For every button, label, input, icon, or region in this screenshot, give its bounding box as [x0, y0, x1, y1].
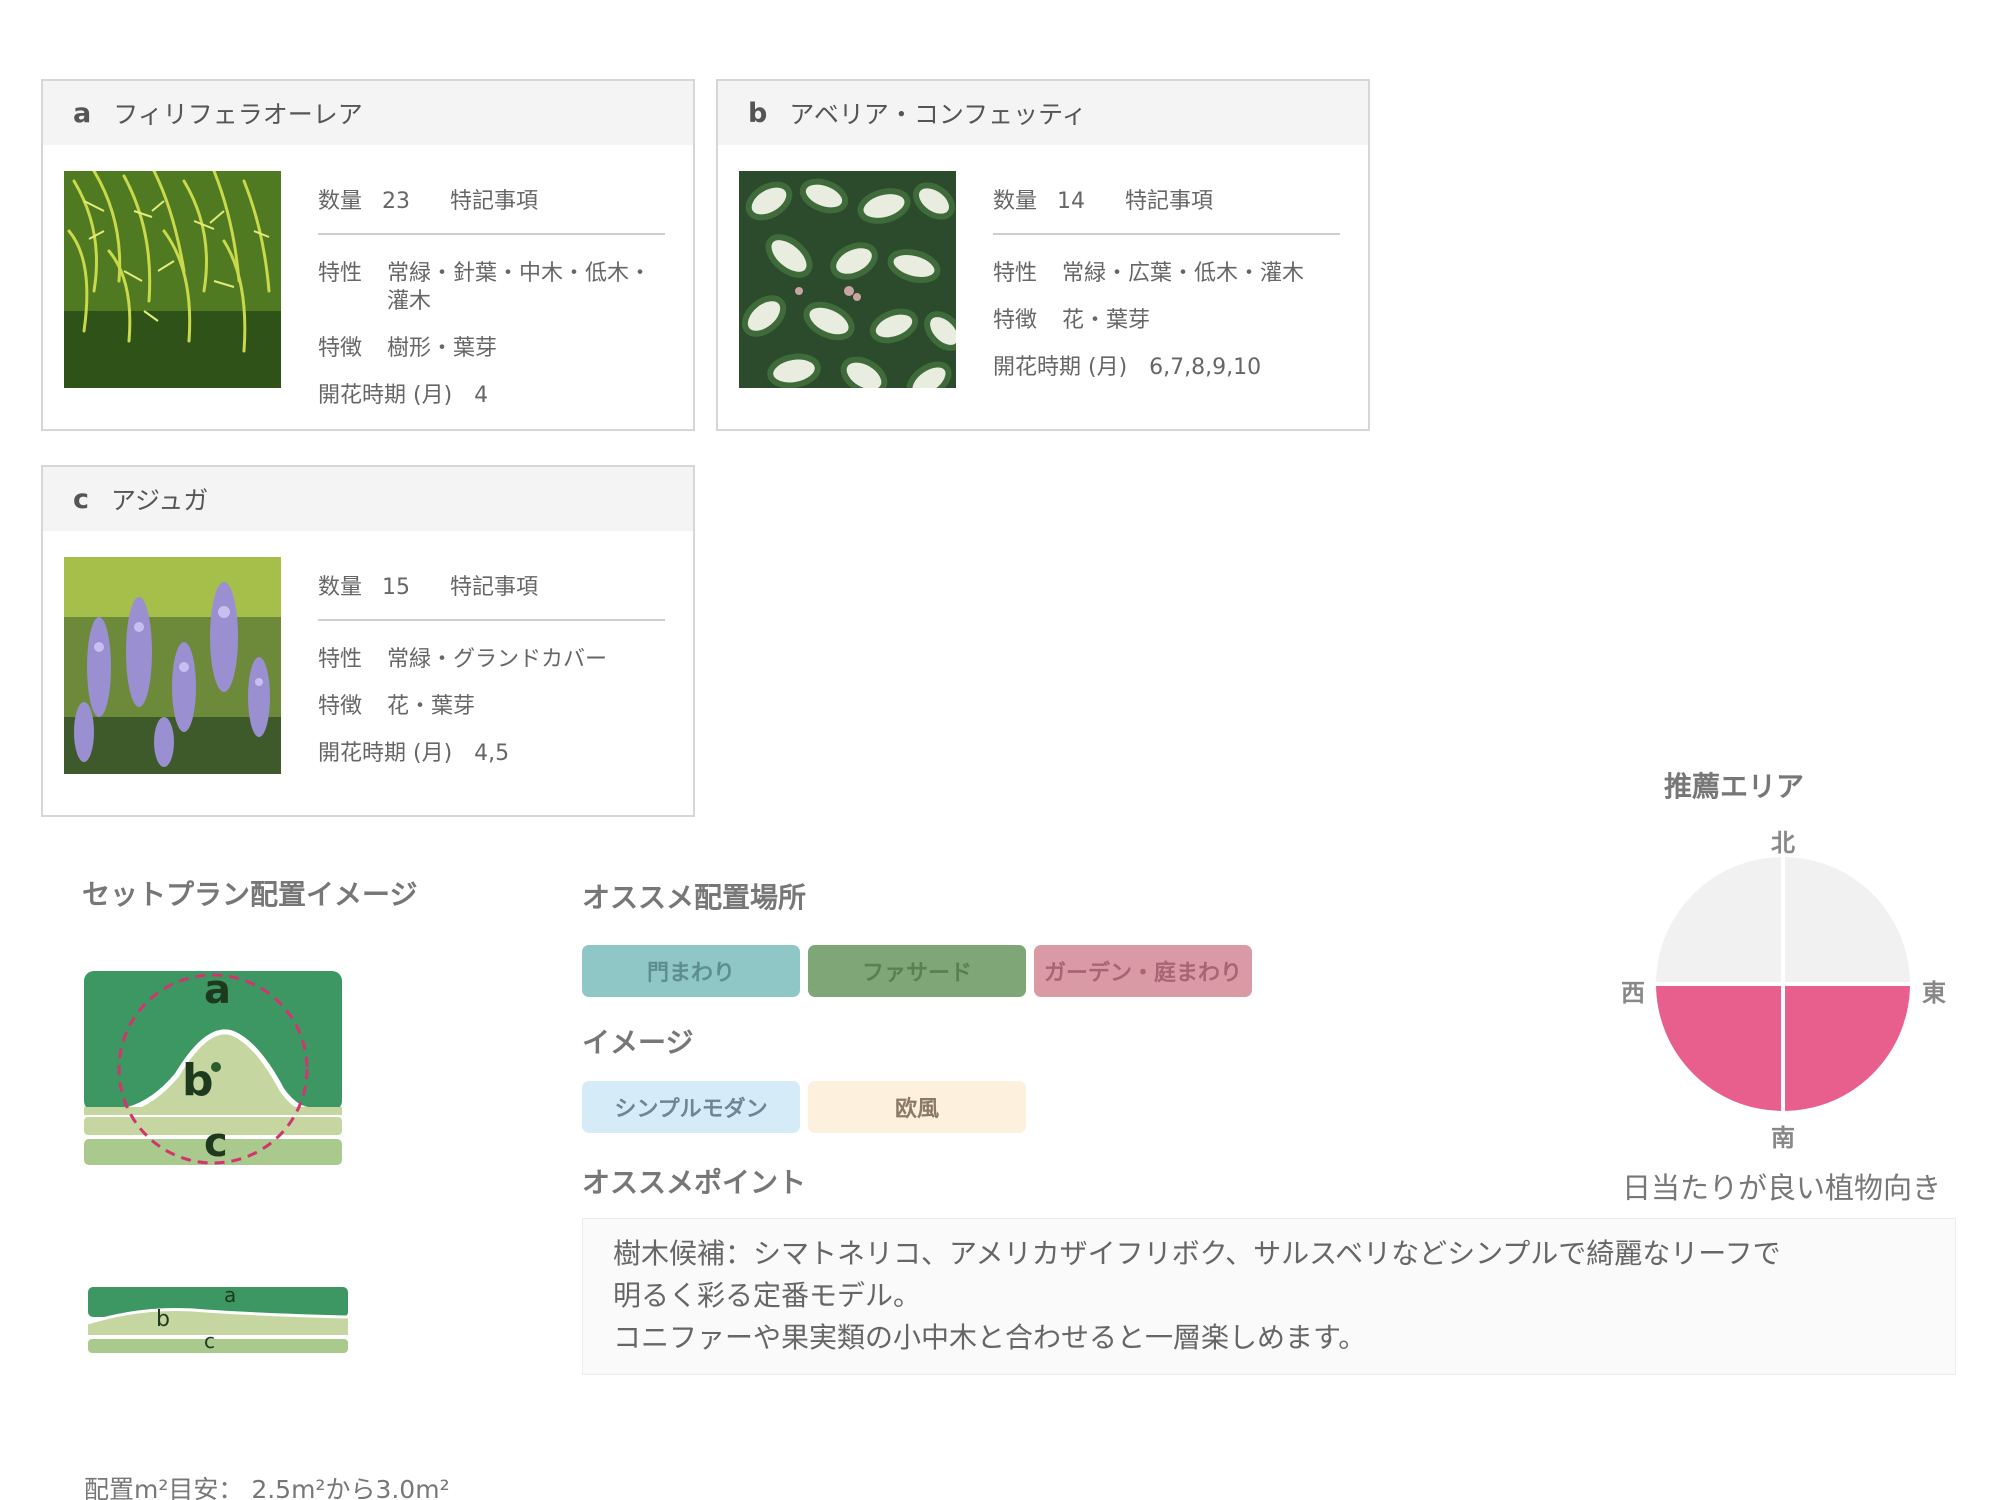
features-value: 樹形・葉芽	[387, 336, 498, 361]
bloom-value: 4	[474, 383, 489, 408]
traits-value: 常緑・グランドカバー	[387, 647, 608, 672]
plant-card-b: b アベリア・コンフェッティ 数量 14 特記事項 特性 常緑・広葉・低木・灌木…	[716, 79, 1370, 431]
tag-european: 欧風	[808, 1081, 1026, 1133]
bloom-value: 4,5	[474, 741, 510, 766]
point-line: 明るく彩る定番モデル。	[613, 1279, 922, 1312]
traits-value: 常緑・広葉・低木・灌木	[1062, 261, 1305, 286]
point-title: オススメポイント	[582, 1166, 807, 1199]
area-caption: 日当たりが良い植物向き	[1622, 1171, 1942, 1205]
traits-value: 常緑・針葉・中木・低木・灌木	[387, 261, 652, 314]
plant-card-header: a フィリフェラオーレア	[43, 81, 693, 145]
qty-label: 数量	[993, 189, 1038, 214]
plant-card-a: a フィリフェラオーレア 数量 23 特記事項 特性 常緑・針葉・中木・低木・灌…	[41, 79, 695, 431]
tag-simple-modern: シンプルモダン	[582, 1081, 800, 1133]
plant-letter: c	[73, 483, 90, 515]
point-line: コニファーや果実類の小中木と合わせると一層楽しめます。	[613, 1321, 1367, 1354]
compass-north: 北	[1771, 829, 1795, 857]
point-line: 樹木候補：シマトネリコ、アメリカザイフリボク、サルスベリなどシンプルで綺麗なリー…	[613, 1237, 1781, 1270]
purple-flower-photo	[64, 557, 281, 774]
area-title: 推薦エリア	[1664, 770, 1805, 803]
plant-card-header: b アベリア・コンフェッティ	[718, 81, 1368, 145]
traits-row: 特性 常緑・グランドカバー	[318, 646, 657, 674]
bloom-row: 開花時期 (月) 4	[318, 382, 488, 410]
divider	[993, 233, 1340, 235]
divider	[318, 619, 665, 621]
plan-label-b: b	[182, 1055, 214, 1106]
tag-garden: ガーデン・庭まわり	[1034, 945, 1252, 997]
bloom-row: 開花時期 (月) 6,7,8,9,10	[993, 354, 1261, 382]
plan-diagram-small: a b c	[86, 1283, 352, 1355]
features-row: 特徴 花・葉芽	[993, 307, 1332, 335]
features-row: 特徴 樹形・葉芽	[318, 335, 657, 363]
plan-label-a: a	[204, 967, 231, 1013]
point-text-box: 樹木候補：シマトネリコ、アメリカザイフリボク、サルスベリなどシンプルで綺麗なリー…	[582, 1218, 1956, 1375]
quadrant-south-west	[1656, 984, 1783, 1111]
divider	[318, 233, 665, 235]
variegated-leaves-photo	[739, 171, 956, 388]
placement-title: オススメ配置場所	[582, 881, 807, 914]
features-label: 特徴	[318, 336, 363, 361]
traits-label: 特性	[318, 261, 363, 286]
plan-small-label-a: a	[224, 1283, 237, 1307]
bloom-row: 開花時期 (月) 4,5	[318, 740, 509, 768]
plant-name: フィリフェラオーレア	[113, 100, 363, 129]
plant-name: アジュガ	[111, 486, 209, 515]
plan-small-label-c: c	[204, 1329, 215, 1353]
compass-west: 西	[1621, 979, 1645, 1007]
note-label: 特記事項	[450, 189, 539, 214]
plant-letter: a	[73, 97, 92, 129]
features-value: 花・葉芽	[387, 694, 476, 719]
tag-gate-area: 門まわり	[582, 945, 800, 997]
plan-diagram-large: a b c	[82, 965, 350, 1172]
features-label: 特徴	[318, 694, 363, 719]
compass-east: 東	[1922, 979, 1946, 1007]
traits-row: 特性 常緑・針葉・中木・低木・灌木	[318, 260, 657, 316]
quantity-row: 数量 14 特記事項	[993, 183, 1213, 215]
plan-title: セットプラン配置イメージ	[82, 878, 418, 911]
qty-value: 23	[382, 189, 411, 214]
features-row: 特徴 花・葉芽	[318, 693, 657, 721]
image-title: イメージ	[582, 1026, 694, 1059]
quantity-row: 数量 23 特記事項	[318, 183, 538, 215]
qty-label: 数量	[318, 189, 363, 214]
traits-label: 特性	[318, 647, 363, 672]
qty-value: 14	[1057, 189, 1086, 214]
traits-row: 特性 常緑・広葉・低木・灌木	[993, 260, 1332, 288]
compass-south: 南	[1771, 1124, 1795, 1152]
bloom-label: 開花時期 (月)	[318, 741, 453, 766]
features-label: 特徴	[993, 308, 1038, 333]
quantity-row: 数量 15 特記事項	[318, 569, 538, 601]
note-label: 特記事項	[1125, 189, 1214, 214]
bloom-label: 開花時期 (月)	[993, 355, 1128, 380]
tag-facade: ファサード	[808, 945, 1026, 997]
plant-letter: b	[748, 97, 768, 129]
quadrant-north-east	[1783, 857, 1910, 984]
quadrant-north-west	[1656, 857, 1783, 984]
plant-card-c: c アジュガ 数量 15 特記事項 特性 常緑・グランドカバー 特徴 花・葉芽 …	[41, 465, 695, 817]
bloom-value: 6,7,8,9,10	[1149, 355, 1262, 380]
plan-label-c: c	[204, 1120, 228, 1166]
plant-card-header: c アジュガ	[43, 467, 693, 531]
plant-name: アベリア・コンフェッティ	[789, 100, 1087, 129]
features-value: 花・葉芽	[1062, 308, 1151, 333]
plan-small-label-b: b	[156, 1307, 170, 1332]
qty-value: 15	[382, 575, 411, 600]
quadrant-south-east	[1783, 984, 1910, 1111]
bloom-label: 開花時期 (月)	[318, 383, 453, 408]
conifer-foliage-photo	[64, 171, 281, 388]
qty-label: 数量	[318, 575, 363, 600]
plan-area-text: 配置m²目安： 2.5m²から3.0m²	[84, 1475, 450, 1500]
note-label: 特記事項	[450, 575, 539, 600]
compass-chart	[1654, 855, 1912, 1113]
traits-label: 特性	[993, 261, 1038, 286]
